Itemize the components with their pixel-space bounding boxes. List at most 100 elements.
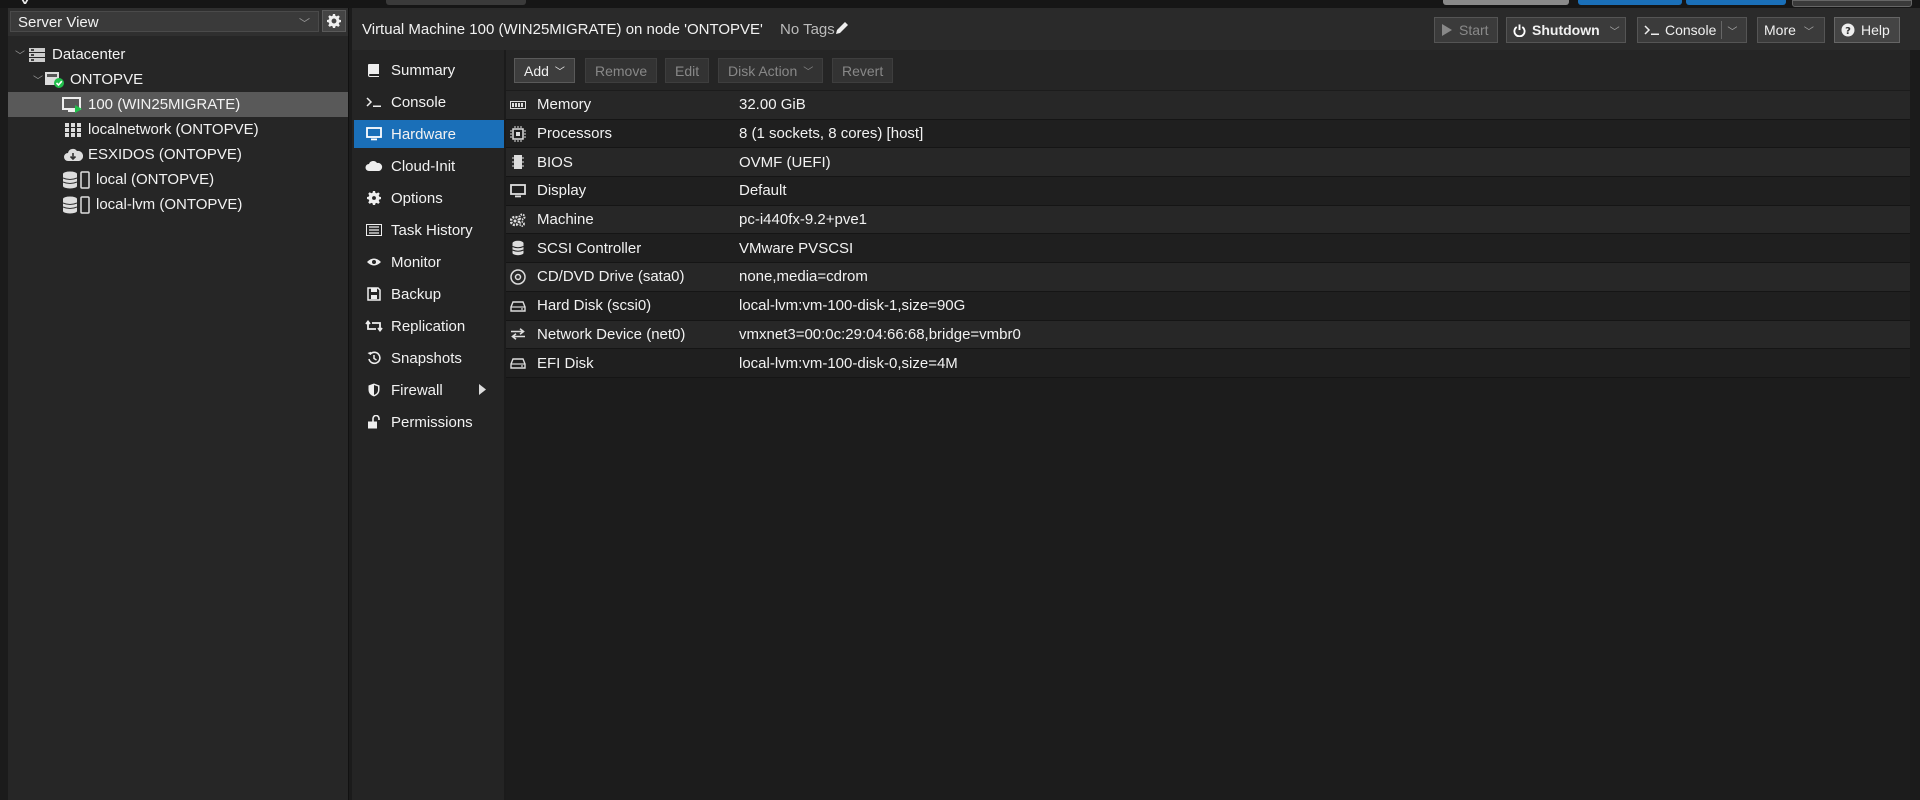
remove-button[interactable]: Remove [585,58,658,83]
nav-label: Monitor [391,253,442,271]
resource-tree: ﹀ Datacenter ﹀ ONTOPVE 100 (WIN25MIGRATE… [8,42,348,217]
help-button[interactable]: ? Help [1834,17,1900,43]
nav-firewall[interactable]: Firewall [354,376,504,404]
tree-item-label: local-lvm (ONTOPVE) [96,196,243,213]
edit-button[interactable]: Edit [665,58,710,83]
hardware-name: Machine [537,211,594,229]
history-icon [364,351,384,365]
shutdown-label: Shutdown [1532,22,1600,38]
top-button-fragment[interactable] [1443,0,1569,5]
cdrom-icon [510,269,526,285]
tree-item-label: ESXIDOS (ONTOPVE) [88,146,242,163]
tree-item-sdn[interactable]: localnetwork (ONTOPVE) [8,117,348,142]
caret-right-icon[interactable] [479,384,486,395]
revert-button[interactable]: Revert [832,58,894,83]
add-button[interactable]: Add ﹀ [514,58,575,83]
console-button[interactable]: Console ﹀ [1637,17,1747,43]
tree-item-local-lvm-storage[interactable]: local-lvm (ONTOPVE) [8,192,348,217]
terminal-icon [1644,24,1660,36]
table-row-machine[interactable]: Machine pc-i440fx-9.2+pve1 [506,205,1910,235]
hardware-name: Processors [537,125,613,143]
chevron-down-icon[interactable]: ﹀ [1727,23,1737,38]
chevron-down-icon: ﹀ [554,67,565,78]
chevron-down-icon[interactable]: ﹀ [1610,23,1620,38]
tree-item-node[interactable]: ﹀ ONTOPVE [8,67,348,92]
table-row-memory[interactable]: Memory 32.00 GiB [506,91,1910,120]
nav-cloud-init[interactable]: Cloud-Init [354,152,504,180]
hardware-value: local-lvm:vm-100-disk-1,size=90G [739,297,966,315]
nav-label: Firewall [391,381,443,399]
pencil-icon[interactable] [835,21,849,35]
tags-label[interactable]: No Tags [780,21,835,38]
svg-text:?: ? [1845,26,1851,37]
table-row-hard-disk[interactable]: Hard Disk (scsi0) local-lvm:vm-100-disk-… [506,291,1910,321]
nav-summary[interactable]: Summary [354,56,504,84]
search-field-fragment[interactable] [386,0,526,5]
top-button-fragment[interactable] [1792,0,1912,7]
tree-item-local-storage[interactable]: local (ONTOPVE) [8,167,348,192]
top-button-fragment[interactable] [1578,0,1682,5]
storage-icon [62,170,92,189]
view-select[interactable]: Server View ﹀ [10,11,319,32]
table-row-display[interactable]: Display Default [506,177,1910,206]
nav-console[interactable]: Console [354,88,504,116]
nav-permissions[interactable]: Permissions [354,408,504,436]
node-online-icon [44,71,66,89]
nav-monitor[interactable]: Monitor [354,248,504,276]
page-title: Virtual Machine 100 (WIN25MIGRATE) on no… [362,21,763,38]
nav-hardware[interactable]: Hardware [354,120,504,148]
add-label: Add [524,62,549,79]
hardware-name: Display [537,182,587,200]
more-label: More [1764,22,1796,38]
nav-snapshots[interactable]: Snapshots [354,344,504,372]
more-button[interactable]: More ﹀ [1757,17,1825,43]
start-label: Start [1459,22,1489,38]
nav-backup[interactable]: Backup [354,280,504,308]
hardware-value: VMware PVSCSI [739,239,854,257]
table-row-efi-disk[interactable]: EFI Disk local-lvm:vm-100-disk-0,size=4M [506,349,1910,378]
tree-item-datacenter[interactable]: ﹀ Datacenter [8,42,348,67]
hardware-panel: Add ﹀ Remove Edit Disk Action ﹀ Revert M… [506,50,1910,800]
memory-icon [510,100,526,110]
vm-header: Virtual Machine 100 (WIN25MIGRATE) on no… [352,8,1920,50]
hdd-icon [510,300,526,312]
gear-icon [364,191,384,205]
table-row-cdrom[interactable]: CD/DVD Drive (sata0) none,media=cdrom [506,263,1910,292]
top-button-fragment[interactable] [1686,0,1786,5]
table-row-bios[interactable]: BIOS OVMF (UEFI) [506,148,1910,178]
storage-icon [62,195,92,214]
hardware-value: Default [739,182,787,200]
nav-options[interactable]: Options [354,184,504,212]
tree-settings-button[interactable] [322,10,346,32]
chevron-down-icon[interactable]: ﹀ [32,72,44,87]
hardware-name: BIOS [537,153,573,171]
chevron-down-icon[interactable]: ﹀ [14,47,26,62]
disk-action-button[interactable]: Disk Action ﹀ [718,58,824,83]
cloud-icon [364,160,384,172]
nav-label: Cloud-Init [391,157,456,175]
hardware-value: OVMF (UEFI) [739,153,831,171]
logo-icon [14,0,38,6]
help-icon: ? [1841,23,1855,37]
start-button[interactable]: Start [1434,17,1498,43]
nav-label: Snapshots [391,349,462,367]
table-row-scsi-controller[interactable]: SCSI Controller VMware PVSCSI [506,234,1910,264]
hardware-value: pc-i440fx-9.2+pve1 [739,211,867,229]
edit-label: Edit [675,62,700,79]
microchip-icon [510,154,526,170]
shutdown-button[interactable]: Shutdown ﹀ [1506,17,1626,43]
chevron-down-icon: ﹀ [299,18,310,30]
nav-label: Replication [391,317,466,335]
table-row-processors[interactable]: Processors 8 (1 sockets, 8 cores) [host] [506,119,1910,149]
help-label: Help [1861,22,1890,38]
tree-item-esxi-storage[interactable]: ESXIDOS (ONTOPVE) [8,142,348,167]
tree-item-vm[interactable]: 100 (WIN25MIGRATE) [8,92,348,117]
hardware-value: 8 (1 sockets, 8 cores) [host] [739,125,924,143]
nav-replication[interactable]: Replication [354,312,504,340]
tree-item-label: localnetwork (ONTOPVE) [88,121,259,138]
hardware-toolbar: Add ﹀ Remove Edit Disk Action ﹀ Revert [506,50,1910,90]
hardware-name: Memory [537,96,592,114]
hardware-name: Network Device (net0) [537,325,686,343]
nav-task-history[interactable]: Task History [354,216,504,244]
table-row-network-device[interactable]: Network Device (net0) vmxnet3=00:0c:29:0… [506,320,1910,350]
